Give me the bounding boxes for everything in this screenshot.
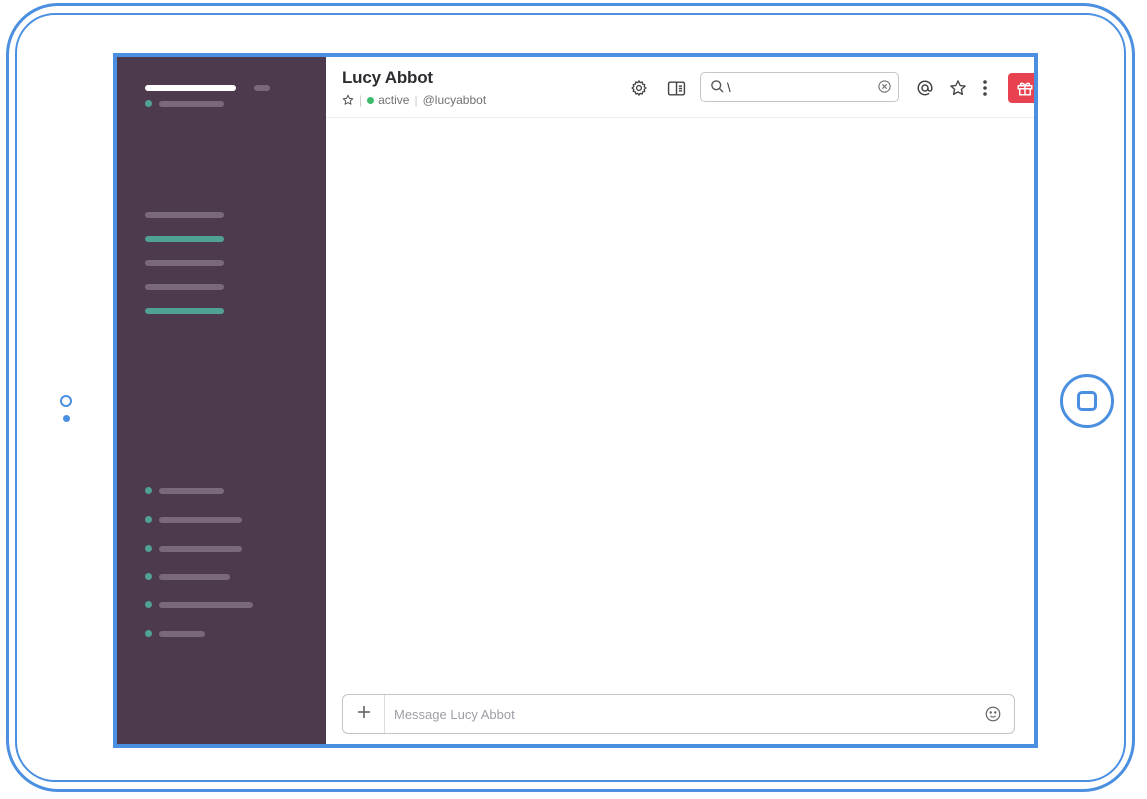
presence-status: active <box>378 93 410 107</box>
channel-header: Lucy Abbot | active | @lucyabbot <box>326 57 1034 118</box>
sidebar-item-placeholder[interactable] <box>145 308 224 314</box>
emoji-icon[interactable] <box>984 705 1002 728</box>
dm-item-placeholder[interactable] <box>159 602 253 608</box>
channel-title[interactable]: Lucy Abbot <box>342 68 433 88</box>
dm-item-placeholder[interactable] <box>159 631 205 637</box>
sidebar-panel-icon[interactable] <box>665 77 687 99</box>
search-box[interactable] <box>700 72 899 102</box>
team-name-placeholder[interactable] <box>145 85 236 91</box>
app-screen: Lucy Abbot | active | @lucyabbot <box>113 53 1038 748</box>
sidebar-item-placeholder[interactable] <box>145 212 224 218</box>
at-icon[interactable] <box>914 77 936 99</box>
message-composer[interactable] <box>342 694 1015 734</box>
clear-icon[interactable] <box>877 79 892 99</box>
user-handle[interactable]: @lucyabbot <box>423 93 487 107</box>
sidebar-item-placeholder[interactable] <box>145 260 224 266</box>
channel-main: Lucy Abbot | active | @lucyabbot <box>326 57 1034 744</box>
add-attachment-button[interactable] <box>343 695 385 733</box>
search-input[interactable] <box>727 78 867 96</box>
gift-icon <box>1016 79 1034 102</box>
home-square-icon <box>1077 391 1097 411</box>
user-presence-dot <box>145 100 152 107</box>
user-name-placeholder[interactable] <box>159 101 224 107</box>
sidebar-item-placeholder[interactable] <box>145 284 224 290</box>
gear-icon[interactable] <box>628 77 650 99</box>
camera-icon <box>60 395 72 407</box>
channel-meta: | active | @lucyabbot <box>342 92 486 108</box>
dm-presence-dot <box>145 630 152 637</box>
dm-presence-dot <box>145 545 152 552</box>
gift-button[interactable] <box>1008 73 1034 103</box>
star-icon[interactable] <box>342 94 354 106</box>
dm-presence-dot <box>145 487 152 494</box>
home-button[interactable] <box>1060 374 1114 428</box>
more-vertical-icon[interactable] <box>974 77 996 99</box>
dm-item-placeholder[interactable] <box>159 546 242 552</box>
dm-item-placeholder[interactable] <box>159 574 230 580</box>
presence-dot <box>367 96 375 104</box>
dm-item-placeholder[interactable] <box>159 517 242 523</box>
message-input[interactable] <box>394 705 964 723</box>
search-icon <box>710 79 725 99</box>
sensor-dot <box>63 415 70 422</box>
team-menu-placeholder[interactable] <box>254 85 270 91</box>
meta-separator: | <box>414 93 418 107</box>
dm-item-placeholder[interactable] <box>159 488 224 494</box>
dm-presence-dot <box>145 601 152 608</box>
plus-icon <box>357 705 371 724</box>
star-icon[interactable] <box>947 77 969 99</box>
sidebar-item-placeholder[interactable] <box>145 236 224 242</box>
sidebar <box>117 57 326 744</box>
meta-separator: | <box>359 93 363 107</box>
dm-presence-dot <box>145 516 152 523</box>
dm-presence-dot <box>145 573 152 580</box>
